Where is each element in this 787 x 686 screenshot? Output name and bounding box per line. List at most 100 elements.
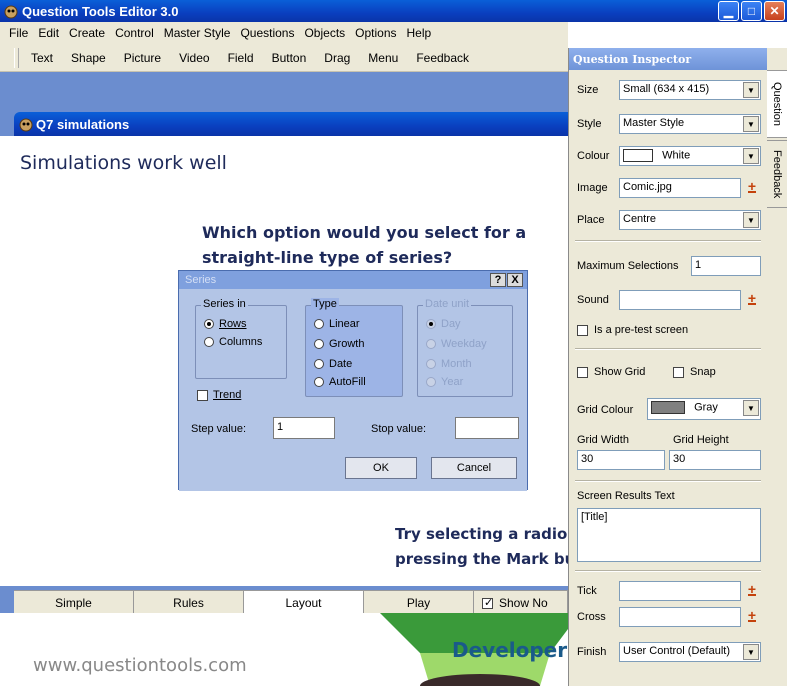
pretest-checkbox-box xyxy=(577,324,588,336)
divider xyxy=(575,480,761,482)
grid-colour-swatch xyxy=(651,401,685,414)
style-select[interactable]: Master Style ▼ xyxy=(619,114,761,134)
colour-value: White xyxy=(662,149,691,162)
maximize-button[interactable]: □ xyxy=(741,1,762,21)
show-grid-checkbox-box xyxy=(577,366,588,378)
radio-growth[interactable]: Growth xyxy=(314,338,364,350)
stop-value-input[interactable] xyxy=(455,417,519,439)
size-select[interactable]: Small (634 x 415) ▼ xyxy=(619,80,761,100)
ok-button[interactable]: OK xyxy=(345,457,417,479)
cross-input[interactable] xyxy=(619,607,741,627)
minimize-button[interactable]: ▁ xyxy=(718,1,739,21)
show-notes-toggle[interactable]: ✓ Show No xyxy=(474,591,568,615)
child-window-icon xyxy=(19,118,33,132)
menu-create[interactable]: Create xyxy=(64,26,110,40)
toolbar-feedback-button[interactable]: Feedback xyxy=(407,51,478,65)
radio-linear-indicator xyxy=(314,319,324,329)
menu-help[interactable]: Help xyxy=(402,26,437,40)
series-dialog: Series ? X Series in Rows Columns Type L… xyxy=(178,270,528,491)
grid-colour-value: Gray xyxy=(694,401,718,414)
colour-label: Colour xyxy=(577,150,610,162)
step-value-input[interactable]: 1 xyxy=(273,417,335,439)
instruction-line-1: Try selecting a radio xyxy=(395,525,568,543)
radio-month-label: Month xyxy=(441,358,472,370)
tab-simple[interactable]: Simple xyxy=(14,591,134,615)
snap-checkbox[interactable]: Snap xyxy=(673,366,716,378)
app-title-bar: Question Tools Editor 3.0 ▁ □ ✕ xyxy=(0,0,787,22)
sound-add-icon[interactable]: + xyxy=(745,288,759,308)
show-grid-label: Show Grid xyxy=(594,366,646,378)
tab-layout[interactable]: Layout xyxy=(244,591,364,615)
dialog-close-button[interactable]: X xyxy=(507,273,523,287)
toolbar-picture-button[interactable]: Picture xyxy=(115,51,170,65)
tick-add-icon[interactable]: + xyxy=(745,579,759,599)
snap-label: Snap xyxy=(690,366,716,378)
toolbar-drag-button[interactable]: Drag xyxy=(315,51,359,65)
cross-add-icon[interactable]: + xyxy=(745,605,759,625)
app-title: Question Tools Editor 3.0 xyxy=(22,3,179,19)
radio-linear[interactable]: Linear xyxy=(314,318,360,330)
menu-options[interactable]: Options xyxy=(350,26,401,40)
instruction-text: Try selecting a radio pressing the Mark … xyxy=(395,522,575,572)
trend-checkbox[interactable]: Trend xyxy=(197,389,241,401)
tab-rules[interactable]: Rules xyxy=(134,591,244,615)
toolbar-video-button[interactable]: Video xyxy=(170,51,218,65)
menu-control[interactable]: Control xyxy=(110,26,159,40)
toolbar-button-button[interactable]: Button xyxy=(263,51,316,65)
radio-date[interactable]: Date xyxy=(314,358,352,370)
menu-questions[interactable]: Questions xyxy=(235,26,299,40)
grid-width-input[interactable]: 30 xyxy=(577,450,665,470)
stop-value-label: Stop value: xyxy=(371,423,427,435)
tick-input[interactable] xyxy=(619,581,741,601)
type-group: Type Linear Growth Date AutoFill xyxy=(305,298,403,397)
trend-checkbox-box xyxy=(197,389,208,401)
menu-master-style[interactable]: Master Style xyxy=(159,26,236,40)
child-window-title: Q7 simulations xyxy=(36,116,130,132)
place-select[interactable]: Centre ▼ xyxy=(619,210,761,230)
radio-autofill-indicator xyxy=(314,377,324,387)
tab-feedback[interactable]: Feedback xyxy=(767,140,787,208)
radio-weekday-label: Weekday xyxy=(441,338,487,350)
place-label: Place xyxy=(577,214,605,226)
radio-rows[interactable]: Rows xyxy=(204,318,247,330)
show-grid-checkbox[interactable]: Show Grid xyxy=(577,366,645,378)
toolbar-field-button[interactable]: Field xyxy=(219,51,263,65)
screen-results-textarea[interactable]: [Title] xyxy=(577,508,761,562)
developer-banner: Developer xyxy=(452,638,568,662)
radio-rows-label: Rows xyxy=(219,318,247,330)
grid-height-input[interactable]: 30 xyxy=(669,450,761,470)
tab-play[interactable]: Play xyxy=(364,591,474,615)
instruction-line-2: pressing the Mark bu xyxy=(395,550,575,568)
pretest-checkbox[interactable]: Is a pre-test screen xyxy=(577,324,688,336)
grid-colour-select[interactable]: Gray ▼ xyxy=(647,398,761,420)
screen-results-label: Screen Results Text xyxy=(577,490,675,502)
radio-growth-label: Growth xyxy=(329,338,365,350)
sound-input[interactable] xyxy=(619,290,741,310)
radio-linear-label: Linear xyxy=(329,318,360,330)
radio-weekday-indicator xyxy=(426,339,436,349)
colour-select[interactable]: White ▼ xyxy=(619,146,761,166)
radio-autofill[interactable]: AutoFill xyxy=(314,376,366,388)
radio-columns[interactable]: Columns xyxy=(204,336,262,348)
toolbar-shape-button[interactable]: Shape xyxy=(62,51,115,65)
max-selections-input[interactable]: 1 xyxy=(691,256,761,276)
menu-objects[interactable]: Objects xyxy=(299,26,350,40)
image-add-icon[interactable]: + xyxy=(745,176,759,196)
size-value: Small (634 x 415) xyxy=(623,83,710,95)
divider xyxy=(575,570,761,572)
radio-month-indicator xyxy=(426,359,436,369)
close-button[interactable]: ✕ xyxy=(764,1,785,21)
inspector-title: Question Inspector xyxy=(569,48,767,70)
menu-edit[interactable]: Edit xyxy=(33,26,64,40)
toolbar-menu-button[interactable]: Menu xyxy=(359,51,407,65)
tab-question[interactable]: Question xyxy=(767,70,787,138)
menu-file[interactable]: File xyxy=(4,26,33,40)
image-input[interactable]: Comic.jpg xyxy=(619,178,741,198)
cancel-button[interactable]: Cancel xyxy=(431,457,517,479)
dialog-title-bar: Series ? X xyxy=(179,271,527,289)
toolbar-text-button[interactable]: Text xyxy=(22,51,62,65)
question-line-1: Which option would you select for a xyxy=(202,223,527,242)
snap-checkbox-box xyxy=(673,366,684,378)
finish-select[interactable]: User Control (Default) ▼ xyxy=(619,642,761,662)
dialog-help-button[interactable]: ? xyxy=(490,273,506,287)
